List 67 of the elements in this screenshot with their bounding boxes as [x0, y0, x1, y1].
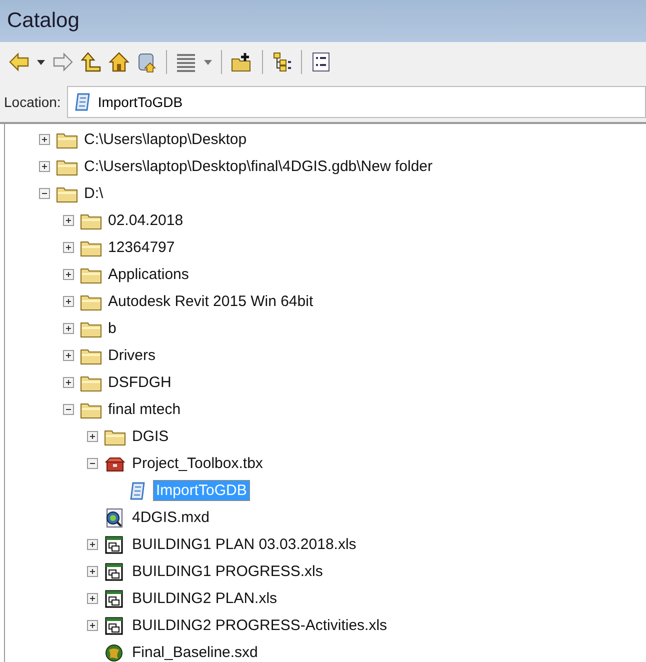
folder-icon [104, 428, 126, 446]
tree-item[interactable]: BUILDING1 PROGRESS.xls [129, 561, 326, 582]
expand-icon[interactable] [63, 269, 74, 280]
forward-arrow-icon[interactable] [52, 51, 74, 73]
folder-icon [80, 374, 102, 392]
expand-icon[interactable] [63, 215, 74, 226]
tree-item[interactable]: BUILDING2 PLAN.xls [129, 588, 280, 609]
tree-view-icon[interactable] [271, 51, 293, 73]
expand-icon[interactable] [87, 566, 98, 577]
tree-item[interactable]: DGIS [129, 426, 172, 447]
table-icon [104, 616, 124, 636]
expand-icon[interactable] [39, 134, 50, 145]
tree-item[interactable]: b [105, 318, 120, 339]
tree-item[interactable]: BUILDING2 PROGRESS-Activities.xls [129, 615, 390, 636]
back-arrow-icon[interactable] [8, 51, 30, 73]
table-icon [104, 534, 124, 554]
tree-item[interactable]: Drivers [105, 345, 158, 366]
folder-icon [80, 266, 102, 284]
list-icon[interactable] [310, 51, 332, 73]
tree-item[interactable]: Project_Toolbox.tbx [129, 453, 266, 474]
tree-item[interactable]: BUILDING1 PLAN 03.03.2018.xls [129, 534, 360, 555]
expand-icon[interactable] [87, 593, 98, 604]
globe-icon [104, 642, 124, 662]
up-arrow-icon[interactable] [80, 51, 102, 73]
expand-icon[interactable] [63, 377, 74, 388]
location-label: Location: [4, 94, 61, 110]
expand-icon[interactable] [63, 296, 74, 307]
tree-item[interactable]: C:\Users\laptop\Desktop\final\4DGIS.gdb\New folder [81, 156, 436, 177]
tree-item[interactable]: 4DGIS.mxd [129, 507, 213, 528]
collapse-icon[interactable] [39, 188, 50, 199]
tree-item[interactable]: C:\Users\laptop\Desktop [81, 129, 250, 150]
expand-icon[interactable] [87, 431, 98, 442]
database-home-icon[interactable] [136, 51, 158, 73]
folder-icon [80, 238, 102, 256]
map-document-icon [104, 508, 124, 528]
table-icon [104, 588, 124, 608]
tree-item[interactable]: Final_Baseline.sxd [129, 642, 261, 662]
folder-icon [80, 292, 102, 310]
tree-item[interactable]: Autodesk Revit 2015 Win 64bit [105, 291, 316, 312]
toolbox-icon [104, 454, 126, 472]
tree-item[interactable]: 12364797 [105, 237, 178, 258]
collapse-icon[interactable] [87, 458, 98, 469]
expand-icon[interactable] [63, 350, 74, 361]
home-icon[interactable] [108, 51, 130, 73]
grid-view-icon[interactable] [175, 51, 197, 73]
script-icon [74, 92, 92, 112]
folder-icon [80, 212, 102, 230]
tree-item[interactable]: D:\ [81, 183, 106, 204]
tree-item[interactable]: DSFDGH [105, 372, 174, 393]
folder-icon [56, 184, 78, 202]
location-field[interactable]: ImportToGDB [66, 86, 646, 118]
expand-icon[interactable] [63, 242, 74, 253]
expand-icon[interactable] [63, 323, 74, 334]
expand-icon[interactable] [39, 161, 50, 172]
table-icon [104, 562, 124, 582]
expand-icon[interactable] [87, 539, 98, 550]
folder-icon [80, 346, 102, 364]
folder-icon [56, 130, 78, 148]
tree-item[interactable]: 02.04.2018 [105, 210, 186, 231]
tree-item[interactable]: final mtech [105, 399, 184, 420]
collapse-icon[interactable] [63, 404, 74, 415]
tree-item[interactable]: Applications [105, 264, 192, 285]
folder-icon [80, 320, 102, 338]
folder-icon [80, 400, 102, 418]
window-title: Catalog [7, 9, 80, 33]
expand-icon[interactable] [87, 620, 98, 631]
folder-icon [56, 158, 78, 176]
